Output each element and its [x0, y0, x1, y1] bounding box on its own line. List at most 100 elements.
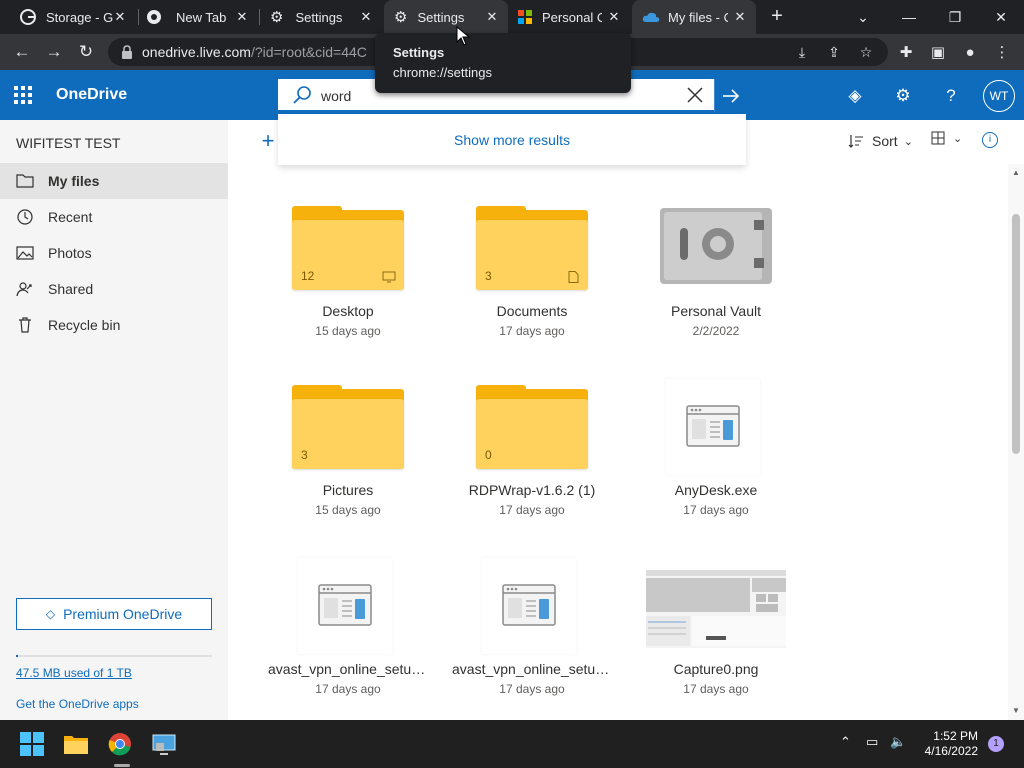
- sidebar-item-photos[interactable]: Photos: [0, 235, 228, 271]
- tooltip-title: Settings: [393, 45, 445, 60]
- show-hidden-icons-button[interactable]: ⌃: [840, 734, 851, 750]
- app-launcher-icon[interactable]: [14, 86, 32, 104]
- storage-usage-link[interactable]: 47.5 MB used of 1 TB: [16, 666, 132, 680]
- sidebar-item-recent[interactable]: Recent: [0, 199, 228, 235]
- show-more-results-link[interactable]: Show more results: [454, 132, 570, 148]
- clock-time: 1:52 PM: [933, 729, 978, 743]
- grid-view-icon: [931, 131, 945, 145]
- file-tile-avast-2[interactable]: avast_vpn_online_setup.exe 17 days ago: [452, 554, 612, 704]
- bookmark-star-icon[interactable]: ☆: [858, 44, 874, 60]
- people-icon: [16, 282, 32, 297]
- item-count: 0: [485, 448, 492, 462]
- microsoft-icon: [518, 10, 532, 24]
- monitor-icon: [382, 271, 396, 283]
- file-tile-documents[interactable]: 3 Documents 17 days ago: [452, 206, 612, 356]
- file-card: [298, 558, 392, 654]
- screenshot-thumbnail-image: [646, 570, 786, 648]
- sidebar-item-recycle-bin[interactable]: Recycle bin: [0, 307, 228, 343]
- install-app-icon[interactable]: ⤓: [794, 44, 810, 60]
- file-tile-capture0[interactable]: Capture0.png 17 days ago: [636, 554, 796, 704]
- side-panel-button[interactable]: ▣: [924, 38, 952, 66]
- volume-icon[interactable]: 🔈: [890, 734, 906, 750]
- file-date: 2/2/2022: [692, 324, 740, 338]
- sidebar-item-my-files[interactable]: My files: [0, 163, 228, 199]
- profile-button[interactable]: ●: [956, 38, 984, 66]
- close-icon[interactable]: ✕: [606, 9, 622, 25]
- scroll-thumb[interactable]: [1012, 214, 1020, 454]
- forward-button[interactable]: →: [40, 38, 68, 66]
- back-button[interactable]: ←: [8, 38, 36, 66]
- file-tile-pictures[interactable]: 3 Pictures 15 days ago: [268, 385, 428, 535]
- share-icon[interactable]: ⇪: [826, 44, 842, 60]
- restore-button[interactable]: ❐: [932, 0, 978, 34]
- scroll-down-icon[interactable]: ▼: [1011, 706, 1021, 716]
- tab-new-tab[interactable]: New Tab ✕: [138, 0, 258, 34]
- avatar[interactable]: WT: [983, 80, 1015, 112]
- brand-title[interactable]: OneDrive: [56, 86, 127, 104]
- windows-start-icon: [20, 732, 44, 756]
- trash-icon: [19, 317, 31, 333]
- taskbar-clock[interactable]: 1:52 PM 4/16/2022: [920, 729, 978, 759]
- file-tile-rdpwrap[interactable]: 0 RDPWrap-v1.6.2 (1) 17 days ago: [452, 385, 612, 535]
- new-button[interactable]: +: [258, 130, 278, 152]
- folder-front: 3: [292, 399, 404, 469]
- search-submit-button[interactable]: [714, 79, 746, 112]
- premium-onedrive-button[interactable]: ◇ Premium OneDrive: [16, 598, 212, 630]
- remote-desktop-icon: [152, 734, 176, 755]
- tab-my-files[interactable]: My files - O ✕: [632, 0, 756, 34]
- file-tile-anydesk[interactable]: AnyDesk.exe 17 days ago: [636, 375, 796, 525]
- active-app-indicator: [114, 764, 130, 767]
- chrome-taskbar-button[interactable]: [104, 728, 136, 760]
- tab-settings-2[interactable]: ⚙ Settings ✕: [384, 0, 508, 34]
- tab-settings-1[interactable]: ⚙ Settings ✕: [262, 0, 382, 34]
- scroll-up-icon[interactable]: ▲: [1011, 168, 1021, 178]
- premium-diamond-button[interactable]: ◈: [842, 83, 868, 109]
- sidebar-item-shared[interactable]: Shared: [0, 271, 228, 307]
- info-button[interactable]: i: [982, 132, 998, 148]
- start-button[interactable]: [16, 728, 48, 760]
- view-options-button[interactable]: ⌄: [931, 131, 962, 145]
- search-suggestions: Show more results: [278, 114, 746, 165]
- notification-badge[interactable]: 1: [988, 736, 1004, 752]
- google-icon: [20, 9, 36, 25]
- file-explorer-button[interactable]: [60, 728, 92, 760]
- close-icon[interactable]: ✕: [112, 9, 128, 25]
- lock-icon: [122, 45, 132, 59]
- tab-storage[interactable]: Storage - G ✕: [12, 0, 136, 34]
- scrollbar[interactable]: ▲ ▼: [1008, 164, 1024, 720]
- help-button[interactable]: ?: [938, 83, 964, 109]
- minimize-button[interactable]: —: [886, 0, 932, 34]
- sort-button[interactable]: Sort ⌄: [848, 133, 913, 149]
- application-icon: [502, 584, 556, 626]
- folder-thumbnail: 12: [292, 206, 404, 292]
- close-icon[interactable]: ✕: [234, 9, 250, 25]
- reload-button[interactable]: ↻: [72, 38, 100, 66]
- tab-title: Settings: [295, 9, 343, 25]
- file-card: [482, 558, 576, 654]
- arrow-left-icon: ←: [13, 42, 31, 61]
- get-apps-link[interactable]: Get the OneDrive apps: [16, 697, 139, 711]
- clear-search-icon[interactable]: [684, 84, 706, 106]
- close-icon[interactable]: ✕: [732, 9, 748, 25]
- new-tab-button[interactable]: +: [766, 6, 788, 28]
- tab-search-button[interactable]: ⌄: [840, 0, 886, 34]
- close-icon[interactable]: ✕: [484, 9, 500, 25]
- file-tile-avast-1[interactable]: avast_vpn_online_setup.exe 17 days ago: [268, 554, 428, 704]
- url-host: onedrive.live.com: [142, 44, 251, 60]
- close-icon[interactable]: ✕: [358, 9, 374, 25]
- file-tile-desktop[interactable]: 12 Desktop 15 days ago: [268, 206, 428, 356]
- file-tile-personal-vault[interactable]: Personal Vault 2/2/2022: [636, 206, 796, 356]
- chrome-icon: [147, 10, 161, 24]
- chrome-menu-button[interactable]: ⋮: [988, 38, 1016, 66]
- file-date: 15 days ago: [315, 324, 381, 338]
- side-panel-icon: ▣: [930, 44, 946, 61]
- remote-desktop-button[interactable]: [148, 728, 180, 760]
- tab-personal-cloud[interactable]: Personal Cl ✕: [510, 0, 630, 34]
- tab-title: My files - O: [668, 9, 728, 25]
- kebab-menu-icon: ⋮: [994, 44, 1010, 61]
- sort-icon: [848, 135, 863, 148]
- close-window-button[interactable]: ✕: [978, 0, 1024, 34]
- extensions-button[interactable]: ✚: [892, 38, 920, 66]
- settings-button[interactable]: ⚙: [890, 83, 916, 109]
- network-icon[interactable]: ▭: [866, 734, 878, 750]
